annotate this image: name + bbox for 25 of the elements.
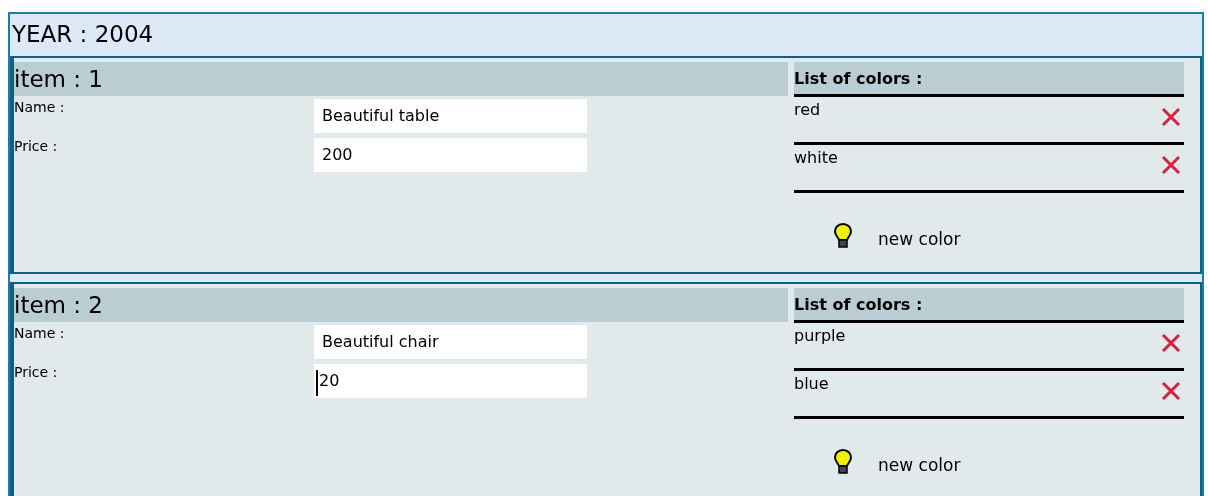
field-label: Price : <box>14 363 59 380</box>
lightbulb-icon <box>834 223 852 249</box>
color-name: blue <box>794 374 829 393</box>
year-title: YEAR : 2004 <box>12 21 154 47</box>
close-icon[interactable] <box>1160 380 1182 402</box>
close-icon[interactable] <box>1160 106 1182 128</box>
close-icon[interactable] <box>1160 154 1182 176</box>
colors-header: List of colors : <box>794 62 1184 97</box>
input-field[interactable]: Beautiful chair <box>314 324 587 359</box>
color-name: white <box>794 148 838 167</box>
field-label: Name : <box>14 98 66 115</box>
input-field[interactable]: 200 <box>314 137 587 172</box>
colors-header: List of colors : <box>794 288 1184 323</box>
field-label: Name : <box>14 324 66 341</box>
new-color-link[interactable]: new color <box>878 455 961 475</box>
lightbulb-icon <box>834 449 852 475</box>
color-name: red <box>794 100 821 119</box>
item-title: item : 2 <box>14 292 103 318</box>
new-color-link[interactable]: new color <box>878 229 961 249</box>
item-title: item : 1 <box>14 66 103 92</box>
close-icon[interactable] <box>1160 332 1182 354</box>
input-field[interactable]: Beautiful table <box>314 98 587 133</box>
field-label: Price : <box>14 137 59 154</box>
color-name: purple <box>794 326 846 345</box>
input-field[interactable]: 20 <box>314 363 587 398</box>
